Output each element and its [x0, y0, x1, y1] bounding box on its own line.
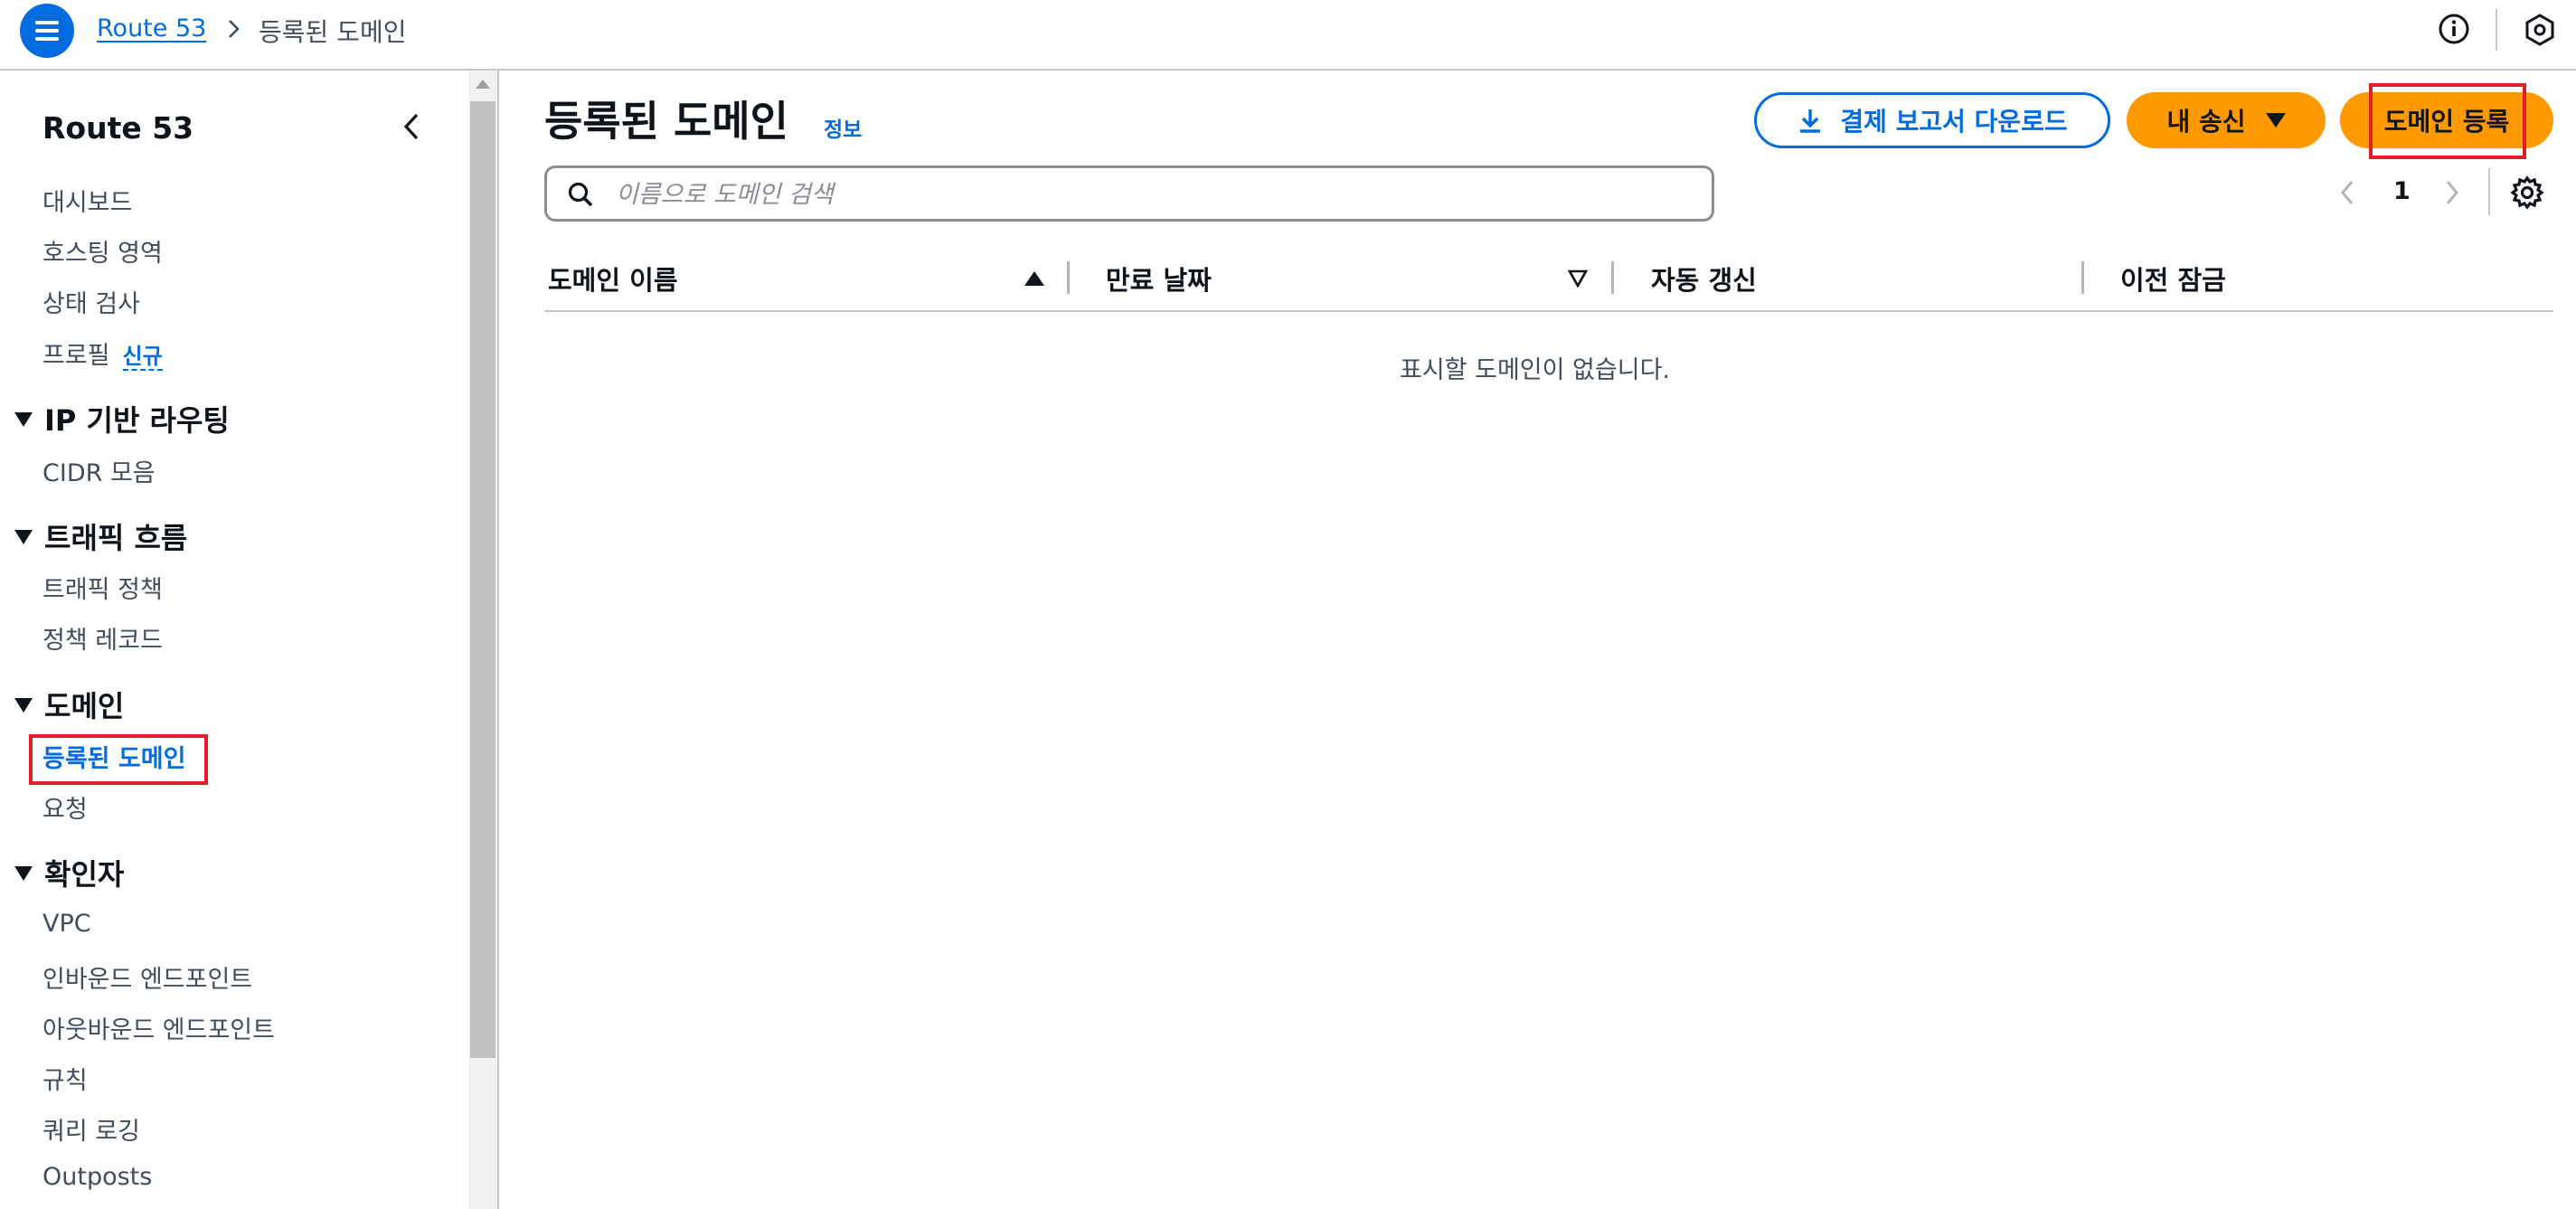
column-separator[interactable] [2081, 261, 2084, 294]
search-icon [568, 182, 593, 207]
sidebar-item-cidr-collections[interactable]: CIDR 모음 [42, 453, 156, 488]
sidebar-scrollbar[interactable] [468, 71, 497, 1209]
my-transfers-dropdown-button[interactable]: 내 송신 [2127, 92, 2326, 148]
menu-line-icon [35, 21, 59, 24]
caret-down-icon [14, 412, 33, 427]
download-billing-report-button[interactable]: 결제 보고서 다운로드 [1754, 92, 2110, 148]
collapse-sidebar-icon[interactable] [398, 110, 425, 143]
topbar-divider [2496, 9, 2497, 51]
sidebar-item-query-logging[interactable]: 쿼리 로깅 [42, 1111, 140, 1147]
column-separator[interactable] [1611, 261, 1614, 294]
column-header-auto-renew[interactable]: 자동 갱신 [1651, 260, 1757, 298]
sidebar-section-domains[interactable]: 도메인 [14, 684, 124, 725]
sidebar-title: Route 53 [42, 110, 194, 146]
column-header-expiration-date[interactable]: 만료 날짜 [1106, 260, 1212, 298]
sidebar-item-profiles[interactable]: 프로필 신규 [42, 335, 163, 371]
pagination-next-icon[interactable] [2441, 177, 2463, 208]
sidebar-item-rules[interactable]: 규칙 [42, 1061, 88, 1096]
domain-search-box[interactable] [544, 165, 1714, 222]
sort-ascending-icon[interactable] [1024, 271, 1044, 286]
scrollbar-thumb[interactable] [470, 101, 495, 1058]
search-input[interactable] [614, 175, 1684, 213]
download-icon [1800, 109, 1821, 133]
content-divider [497, 71, 499, 1209]
my-transfers-label: 내 송신 [2166, 107, 2246, 137]
column-header-transfer-lock[interactable]: 이전 잠금 [2120, 260, 2226, 298]
chevron-right-icon [229, 20, 240, 38]
gear-icon[interactable] [2510, 175, 2544, 210]
sidebar-item-dashboard[interactable]: 대시보드 [42, 183, 132, 218]
page-title: 등록된 도메인 [544, 97, 788, 146]
sidebar-section-resolver[interactable]: 확인자 [14, 852, 124, 893]
column-separator[interactable] [1067, 261, 1070, 294]
sidebar-section-title: IP 기반 라우팅 [44, 403, 230, 438]
hamburger-menu-button[interactable] [20, 4, 74, 58]
caret-down-icon [14, 530, 33, 544]
sidebar-item-inbound-endpoints[interactable]: 인바운드 엔드포인트 [42, 959, 252, 995]
sidebar-section-ip-routing[interactable]: IP 기반 라우팅 [14, 398, 230, 439]
top-navigation-bar: Route 53 등록된 도메인 [0, 0, 2576, 71]
caret-down-icon [2265, 113, 2286, 128]
scroll-up-arrow-icon[interactable] [476, 80, 490, 89]
highlight-box-sidebar [29, 734, 208, 785]
highlight-box-register-button [2369, 83, 2526, 159]
new-badge: 신규 [122, 344, 163, 371]
sidebar-item-hosted-zones[interactable]: 호스팅 영역 [42, 233, 163, 269]
info-circle-icon[interactable] [2438, 13, 2470, 45]
sort-descending-icon[interactable] [1568, 269, 1588, 288]
sidebar-item-traffic-policies[interactable]: 트래픽 정책 [42, 570, 163, 605]
sidebar-item-health-checks[interactable]: 상태 검사 [42, 284, 140, 319]
pagination-prev-icon[interactable] [2336, 177, 2358, 208]
column-header-domain-name[interactable]: 도메인 이름 [548, 260, 678, 298]
sidebar-item-outposts[interactable]: Outposts [42, 1163, 152, 1191]
menu-line-icon [35, 29, 59, 33]
sidebar-item-requests[interactable]: 요청 [42, 789, 88, 825]
sidebar-item-vpcs[interactable]: VPC [42, 910, 91, 938]
download-billing-report-label: 결제 보고서 다운로드 [1840, 107, 2068, 137]
breadcrumb-current: 등록된 도메인 [259, 17, 407, 47]
breadcrumb-route53-link[interactable]: Route 53 [97, 14, 206, 43]
caret-down-icon [14, 698, 33, 713]
pagination-current-page[interactable]: 1 [2393, 177, 2411, 205]
table-empty-message: 표시할 도메인이 없습니다. [1400, 356, 1670, 384]
menu-line-icon [35, 37, 59, 41]
sidebar-section-title: 트래픽 흐름 [44, 521, 188, 555]
pagination-divider [2488, 168, 2490, 215]
sidebar-section-traffic-flow[interactable]: 트래픽 흐름 [14, 515, 187, 557]
sidebar-item-profiles-label: 프로필 [42, 342, 110, 370]
sidebar-item-outbound-endpoints[interactable]: 아웃바운드 엔드포인트 [42, 1010, 275, 1045]
table-header-divider [544, 310, 2553, 312]
settings-hexagon-icon[interactable] [2523, 13, 2557, 47]
info-link[interactable]: 정보 [824, 112, 862, 143]
caret-down-icon [14, 866, 33, 881]
sidebar-section-title: 확인자 [44, 857, 125, 892]
sidebar-item-policy-records[interactable]: 정책 레코드 [42, 620, 163, 656]
sidebar-section-title: 도메인 [44, 689, 125, 723]
side-navigation: Route 53 대시보드 호스팅 영역 상태 검사 프로필 신규 IP 기반 라… [0, 71, 468, 1209]
